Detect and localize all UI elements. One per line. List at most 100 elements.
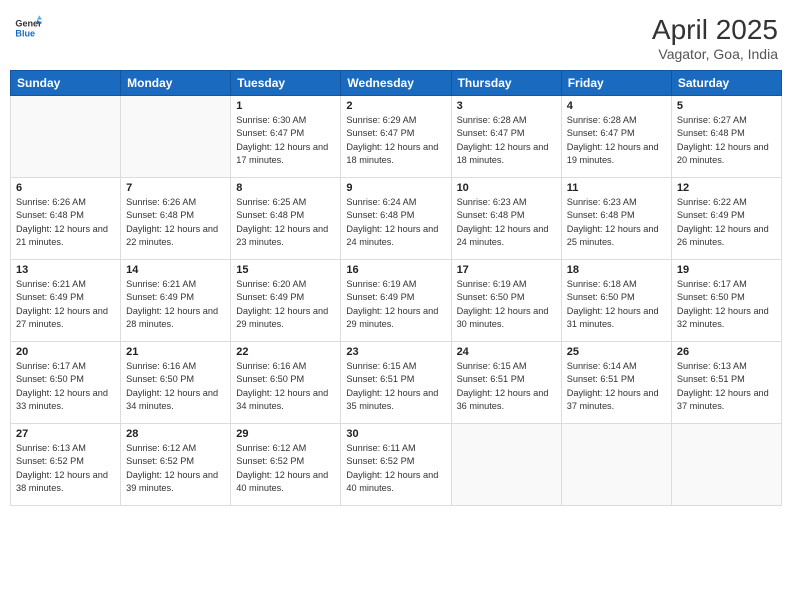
calendar-cell — [121, 96, 231, 178]
cell-day-number: 30 — [346, 428, 445, 440]
calendar-cell: 19 Sunrise: 6:17 AMSunset: 6:50 PMDayligh… — [671, 260, 781, 342]
calendar-cell: 14 Sunrise: 6:21 AMSunset: 6:49 PMDayligh… — [121, 260, 231, 342]
cell-day-number: 13 — [16, 264, 115, 276]
cell-day-number: 22 — [236, 346, 335, 358]
cell-info: Sunrise: 6:17 AMSunset: 6:50 PMDaylight:… — [16, 360, 115, 413]
calendar-cell: 28 Sunrise: 6:12 AMSunset: 6:52 PMDayligh… — [121, 424, 231, 506]
cell-info: Sunrise: 6:16 AMSunset: 6:50 PMDaylight:… — [236, 360, 335, 413]
calendar-cell: 5 Sunrise: 6:27 AMSunset: 6:48 PMDaylight… — [671, 96, 781, 178]
cell-day-number: 1 — [236, 100, 335, 112]
calendar-cell: 2 Sunrise: 6:29 AMSunset: 6:47 PMDaylight… — [341, 96, 451, 178]
cell-day-number: 8 — [236, 182, 335, 194]
calendar-cell: 29 Sunrise: 6:12 AMSunset: 6:52 PMDayligh… — [231, 424, 341, 506]
cell-day-number: 5 — [677, 100, 776, 112]
generalblue-logo-icon: General Blue — [14, 14, 42, 42]
calendar-cell: 8 Sunrise: 6:25 AMSunset: 6:48 PMDaylight… — [231, 178, 341, 260]
cell-info: Sunrise: 6:23 AMSunset: 6:48 PMDaylight:… — [567, 196, 666, 249]
cell-day-number: 24 — [457, 346, 556, 358]
calendar-cell — [671, 424, 781, 506]
cell-day-number: 20 — [16, 346, 115, 358]
cell-info: Sunrise: 6:16 AMSunset: 6:50 PMDaylight:… — [126, 360, 225, 413]
week-row-4: 27Sunrise: 6:13 AMSunset: 6:52 PMDayligh… — [11, 424, 782, 506]
calendar-cell: 6Sunrise: 6:26 AMSunset: 6:48 PMDaylight… — [11, 178, 121, 260]
month-title: April 2025 — [652, 14, 778, 46]
cell-info: Sunrise: 6:25 AMSunset: 6:48 PMDaylight:… — [236, 196, 335, 249]
calendar-header-row: SundayMondayTuesdayWednesdayThursdayFrid… — [11, 71, 782, 96]
day-header-thursday: Thursday — [451, 71, 561, 96]
cell-info: Sunrise: 6:13 AMSunset: 6:52 PMDaylight:… — [16, 442, 115, 495]
calendar-cell — [11, 96, 121, 178]
cell-info: Sunrise: 6:30 AMSunset: 6:47 PMDaylight:… — [236, 114, 335, 167]
calendar-cell: 23 Sunrise: 6:15 AMSunset: 6:51 PMDayligh… — [341, 342, 451, 424]
cell-info: Sunrise: 6:14 AMSunset: 6:51 PMDaylight:… — [567, 360, 666, 413]
cell-day-number: 23 — [346, 346, 445, 358]
calendar-cell: 12Sunrise: 6:22 AMSunset: 6:49 PMDayligh… — [671, 178, 781, 260]
week-row-2: 13 Sunrise: 6:21 AMSunset: 6:49 PMDayligh… — [11, 260, 782, 342]
cell-info: Sunrise: 6:29 AMSunset: 6:47 PMDaylight:… — [346, 114, 445, 167]
day-header-sunday: Sunday — [11, 71, 121, 96]
cell-day-number: 4 — [567, 100, 666, 112]
calendar-table: SundayMondayTuesdayWednesdayThursdayFrid… — [10, 70, 782, 506]
cell-day-number: 9 — [346, 182, 445, 194]
cell-info: Sunrise: 6:15 AMSunset: 6:51 PMDaylight:… — [346, 360, 445, 413]
calendar-cell: 3 Sunrise: 6:28 AMSunset: 6:47 PMDaylight… — [451, 96, 561, 178]
cell-info: Sunrise: 6:17 AMSunset: 6:50 PMDaylight:… — [677, 278, 776, 331]
cell-info: Sunrise: 6:19 AMSunset: 6:49 PMDaylight:… — [346, 278, 445, 331]
cell-info: Sunrise: 6:13 AMSunset: 6:51 PMDaylight:… — [677, 360, 776, 413]
calendar-cell: 15 Sunrise: 6:20 AMSunset: 6:49 PMDayligh… — [231, 260, 341, 342]
cell-day-number: 7 — [126, 182, 225, 194]
cell-info: Sunrise: 6:20 AMSunset: 6:49 PMDaylight:… — [236, 278, 335, 331]
day-header-saturday: Saturday — [671, 71, 781, 96]
title-block: April 2025 Vagator, Goa, India — [652, 14, 778, 62]
day-header-wednesday: Wednesday — [341, 71, 451, 96]
cell-info: Sunrise: 6:15 AMSunset: 6:51 PMDaylight:… — [457, 360, 556, 413]
cell-info: Sunrise: 6:27 AMSunset: 6:48 PMDaylight:… — [677, 114, 776, 167]
cell-info: Sunrise: 6:26 AMSunset: 6:48 PMDaylight:… — [126, 196, 225, 249]
week-row-1: 6Sunrise: 6:26 AMSunset: 6:48 PMDaylight… — [11, 178, 782, 260]
cell-day-number: 21 — [126, 346, 225, 358]
cell-info: Sunrise: 6:24 AMSunset: 6:48 PMDaylight:… — [346, 196, 445, 249]
calendar-cell: 13Sunrise: 6:21 AMSunset: 6:49 PMDayligh… — [11, 260, 121, 342]
cell-info: Sunrise: 6:26 AMSunset: 6:48 PMDaylight:… — [16, 196, 115, 249]
logo: General Blue — [14, 14, 42, 42]
calendar-cell: 27Sunrise: 6:13 AMSunset: 6:52 PMDayligh… — [11, 424, 121, 506]
calendar-cell: 20 Sunrise: 6:17 AMSunset: 6:50 PMDayligh… — [11, 342, 121, 424]
cell-info: Sunrise: 6:21 AMSunset: 6:49 PMDaylight:… — [126, 278, 225, 331]
calendar-cell — [561, 424, 671, 506]
cell-day-number: 19 — [677, 264, 776, 276]
calendar-cell: 4 Sunrise: 6:28 AMSunset: 6:47 PMDaylight… — [561, 96, 671, 178]
cell-day-number: 28 — [126, 428, 225, 440]
cell-info: Sunrise: 6:12 AMSunset: 6:52 PMDaylight:… — [236, 442, 335, 495]
cell-day-number: 3 — [457, 100, 556, 112]
page: General Blue April 2025 Vagator, Goa, In… — [0, 0, 792, 612]
week-row-3: 20 Sunrise: 6:17 AMSunset: 6:50 PMDayligh… — [11, 342, 782, 424]
cell-info: Sunrise: 6:19 AMSunset: 6:50 PMDaylight:… — [457, 278, 556, 331]
calendar-cell: 11 Sunrise: 6:23 AMSunset: 6:48 PMDayligh… — [561, 178, 671, 260]
calendar-cell: 7 Sunrise: 6:26 AMSunset: 6:48 PMDaylight… — [121, 178, 231, 260]
calendar-cell: 26Sunrise: 6:13 AMSunset: 6:51 PMDayligh… — [671, 342, 781, 424]
cell-day-number: 15 — [236, 264, 335, 276]
cell-day-number: 18 — [567, 264, 666, 276]
cell-info: Sunrise: 6:28 AMSunset: 6:47 PMDaylight:… — [567, 114, 666, 167]
calendar-cell: 10Sunrise: 6:23 AMSunset: 6:48 PMDayligh… — [451, 178, 561, 260]
calendar-cell: 18 Sunrise: 6:18 AMSunset: 6:50 PMDayligh… — [561, 260, 671, 342]
cell-info: Sunrise: 6:28 AMSunset: 6:47 PMDaylight:… — [457, 114, 556, 167]
cell-day-number: 14 — [126, 264, 225, 276]
calendar-cell: 25 Sunrise: 6:14 AMSunset: 6:51 PMDayligh… — [561, 342, 671, 424]
day-header-monday: Monday — [121, 71, 231, 96]
calendar-cell — [451, 424, 561, 506]
calendar-cell: 22 Sunrise: 6:16 AMSunset: 6:50 PMDayligh… — [231, 342, 341, 424]
cell-info: Sunrise: 6:22 AMSunset: 6:49 PMDaylight:… — [677, 196, 776, 249]
cell-day-number: 25 — [567, 346, 666, 358]
calendar-cell: 30Sunrise: 6:11 AMSunset: 6:52 PMDayligh… — [341, 424, 451, 506]
calendar-cell: 1 Sunrise: 6:30 AMSunset: 6:47 PMDaylight… — [231, 96, 341, 178]
cell-info: Sunrise: 6:12 AMSunset: 6:52 PMDaylight:… — [126, 442, 225, 495]
cell-info: Sunrise: 6:18 AMSunset: 6:50 PMDaylight:… — [567, 278, 666, 331]
cell-day-number: 29 — [236, 428, 335, 440]
cell-day-number: 11 — [567, 182, 666, 194]
cell-day-number: 2 — [346, 100, 445, 112]
header: General Blue April 2025 Vagator, Goa, In… — [10, 10, 782, 62]
calendar-body: 1 Sunrise: 6:30 AMSunset: 6:47 PMDaylight… — [11, 96, 782, 506]
calendar-cell: 21 Sunrise: 6:16 AMSunset: 6:50 PMDayligh… — [121, 342, 231, 424]
week-row-0: 1 Sunrise: 6:30 AMSunset: 6:47 PMDaylight… — [11, 96, 782, 178]
